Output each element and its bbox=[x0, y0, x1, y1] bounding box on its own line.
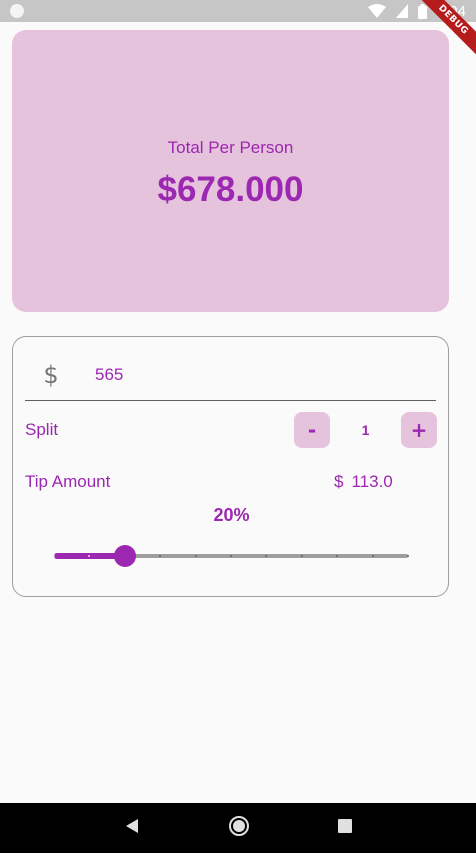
notification-dot-icon bbox=[10, 4, 24, 18]
tip-currency: $ bbox=[334, 472, 344, 491]
tip-amount-value: 113.0 bbox=[351, 472, 393, 491]
slider-tick bbox=[88, 555, 90, 557]
recents-icon[interactable] bbox=[338, 818, 352, 838]
home-icon[interactable] bbox=[228, 815, 250, 842]
slider-tick bbox=[407, 555, 409, 557]
slider-tick bbox=[230, 555, 232, 557]
slider-tick bbox=[159, 555, 161, 557]
bill-amount-input[interactable]: 565 bbox=[95, 365, 123, 385]
tip-amount-display: $ 113.0 bbox=[334, 467, 393, 497]
status-bar: 8:04 bbox=[0, 0, 476, 22]
battery-icon bbox=[417, 3, 427, 19]
total-per-person-label: Total Per Person bbox=[167, 138, 294, 157]
decrement-split-button[interactable]: - bbox=[294, 412, 330, 448]
slider-tick bbox=[372, 555, 374, 557]
slider-thumb[interactable] bbox=[114, 545, 136, 567]
tip-amount-label: Tip Amount bbox=[25, 472, 111, 491]
back-icon[interactable] bbox=[124, 818, 140, 839]
increment-split-button[interactable]: + bbox=[401, 412, 437, 448]
slider-tick bbox=[195, 555, 197, 557]
tip-percent-label: 20% bbox=[213, 505, 250, 525]
slider-tick bbox=[265, 555, 267, 557]
split-label: Split bbox=[25, 420, 59, 439]
slider-tick bbox=[301, 555, 303, 557]
tip-amount-row: Tip Amount $ 113.0 bbox=[25, 467, 437, 497]
split-count: 1 bbox=[361, 422, 370, 438]
dollar-icon: $ bbox=[43, 360, 59, 389]
total-per-person-card: Total Per Person $678.000 bbox=[12, 30, 449, 312]
bill-amount-field[interactable]: $ 565 bbox=[25, 349, 436, 401]
split-stepper: - 1 + bbox=[294, 412, 437, 448]
slider-tick bbox=[336, 555, 338, 557]
wifi-icon bbox=[367, 4, 386, 18]
signal-icon bbox=[395, 4, 408, 18]
slider-tick bbox=[53, 555, 55, 557]
split-row: Split - 1 + bbox=[25, 411, 437, 449]
system-nav-bar bbox=[0, 803, 476, 853]
tip-percent-slider[interactable] bbox=[53, 541, 409, 571]
total-per-person-value: $678.000 bbox=[157, 170, 304, 209]
bill-form-card: $ 565 Split - 1 + Tip Amount $ 113.0 20% bbox=[12, 336, 449, 597]
